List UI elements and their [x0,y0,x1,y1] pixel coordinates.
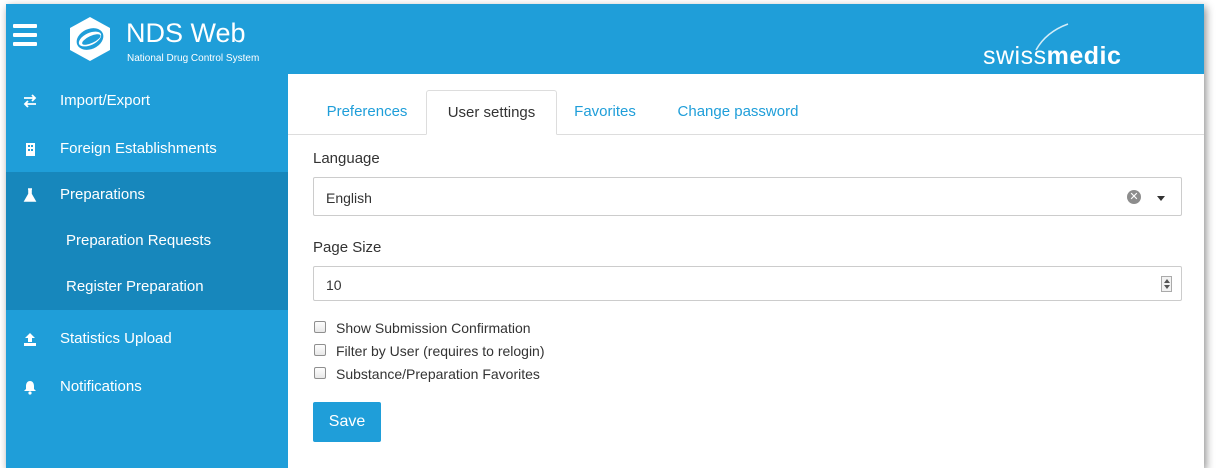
tab-change-password[interactable]: Change password [670,90,806,134]
clear-icon[interactable]: ✕ [1127,190,1141,204]
top-header: NDS Web National Drug Control System swi… [6,4,1204,74]
sidebar: Import/Export Foreign Establishments Pre… [6,74,288,468]
tab-favorites[interactable]: Favorites [564,90,646,134]
flask-icon [23,188,37,202]
brand-light-text: swiss [983,42,1047,70]
swissmedic-logo: swissmedic [983,42,1121,70]
checkbox-label: Substance/Preparation Favorites [336,366,540,382]
sidebar-item-label: Statistics Upload [60,330,172,347]
checkbox-label: Filter by User (requires to relogin) [336,343,545,359]
filter-by-user-checkbox[interactable] [314,344,326,356]
building-icon [26,143,35,156]
sidebar-item-label: Import/Export [60,92,151,109]
sidebar-item-preparation-requests[interactable]: Preparation Requests [6,218,288,264]
app-title: NDS Web [126,18,246,48]
language-label: Language [313,150,380,167]
sidebar-group-preparations: Preparations Preparation Requests Regist… [6,172,288,310]
language-select[interactable]: English ✕ [313,177,1182,216]
app-subtitle: National Drug Control System [127,53,260,64]
main-content: Preferences User settings Favorites Chan… [288,74,1204,468]
language-value: English [326,190,372,206]
menu-toggle-icon[interactable] [13,24,37,46]
substance-preparation-favorites-checkbox[interactable] [314,367,326,379]
sidebar-item-label: Register Preparation [66,278,204,295]
settings-tabs: Preferences User settings Favorites Chan… [288,90,1204,135]
sidebar-item-statistics-upload[interactable]: Statistics Upload [6,316,288,362]
show-submission-confirmation-checkbox[interactable] [314,321,326,333]
chevron-down-icon[interactable] [1157,196,1165,201]
save-button[interactable]: Save [313,402,381,442]
stepper-down-icon[interactable] [1164,285,1170,289]
app-window: NDS Web National Drug Control System swi… [6,4,1204,468]
page-size-input[interactable]: 10 [313,266,1182,301]
stepper-up-icon[interactable] [1164,279,1170,283]
sidebar-item-register-preparation[interactable]: Register Preparation [6,264,288,310]
sidebar-item-foreign-establishments[interactable]: Foreign Establishments [6,126,288,172]
sidebar-item-import-export[interactable]: Import/Export [6,78,288,124]
tab-user-settings[interactable]: User settings [426,90,557,135]
sidebar-item-label: Preparation Requests [66,232,212,249]
nds-logo-icon [70,17,110,61]
tab-preferences[interactable]: Preferences [312,90,422,134]
sidebar-item-label: Foreign Establishments [60,140,217,157]
page-size-value: 10 [326,277,342,293]
sidebar-item-label: Notifications [60,378,142,395]
exchange-icon [23,94,37,108]
sidebar-item-notifications[interactable]: Notifications [6,364,288,410]
checkbox-label: Show Submission Confirmation [336,320,531,336]
page-size-label: Page Size [313,239,382,256]
upload-icon [24,333,36,346]
page-size-stepper[interactable] [1161,276,1172,292]
bell-icon [24,381,36,395]
sidebar-item-label: Preparations [60,186,146,203]
brand-bold-text: medic [1046,42,1122,70]
sidebar-item-preparations[interactable]: Preparations [6,172,288,218]
